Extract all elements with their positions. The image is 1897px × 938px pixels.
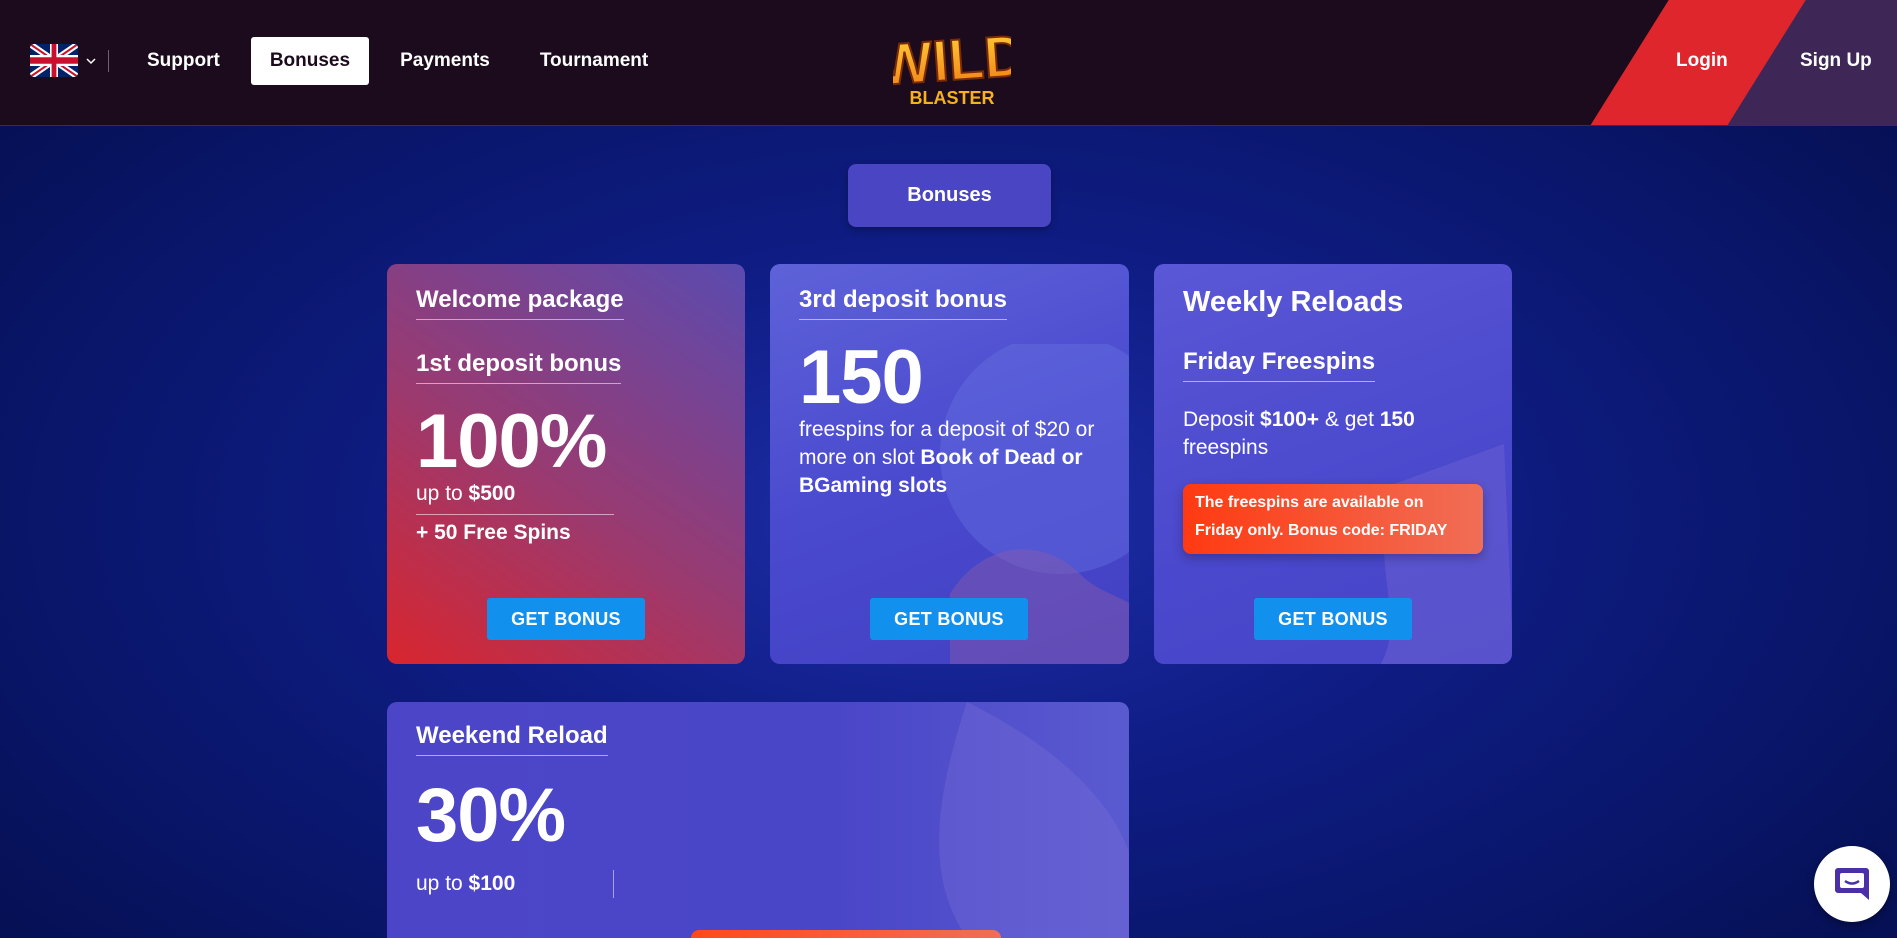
- login-button[interactable]: Login: [1676, 50, 1728, 72]
- page-title: Bonuses: [848, 164, 1051, 227]
- logo-blaster: BLASTER: [910, 88, 995, 108]
- card-subtitle: 1st deposit bonus: [416, 350, 622, 384]
- armor-decoration: [939, 702, 1129, 938]
- card-title: Welcome package: [416, 286, 624, 320]
- nav-payments[interactable]: Payments: [381, 37, 509, 85]
- top-navbar: Support Bonuses Payments Tournament WILD…: [0, 0, 1897, 126]
- nav-tournament[interactable]: Tournament: [521, 37, 667, 85]
- signup-button[interactable]: Sign Up: [1800, 50, 1872, 72]
- wild-blaster-logo[interactable]: WILD BLASTER: [893, 24, 1011, 110]
- chat-bubble-icon: [1835, 868, 1869, 900]
- card-title: 3rd deposit bonus: [799, 286, 1008, 320]
- card-title: Weekly Reloads: [1183, 286, 1404, 318]
- spins-count: 150: [799, 335, 924, 420]
- bonus-limit: up to $100: [416, 872, 516, 895]
- chat-button[interactable]: [1814, 846, 1890, 922]
- logo-wild: WILD: [893, 24, 1011, 98]
- free-spins-extra: + 50 Free Spins: [416, 521, 571, 544]
- weekly-description: Deposit $100+ & get 150 freespins: [1183, 408, 1415, 459]
- uk-flag-icon: [30, 44, 78, 77]
- friday-notice: The freespins are available on Friday on…: [1183, 484, 1483, 554]
- welcome-package-card: Welcome package 1st deposit bonus 100% u…: [387, 264, 745, 664]
- divider: [108, 50, 109, 72]
- get-bonus-button[interactable]: GET BONUS: [487, 598, 645, 640]
- bonus-limit: up to $500: [416, 480, 614, 515]
- weekend-reload-card: Weekend Reload 30% up to $100: [387, 702, 1129, 938]
- divider: [613, 870, 614, 898]
- nav-bonuses[interactable]: Bonuses: [250, 37, 370, 85]
- get-bonus-button[interactable]: GET BONUS: [1254, 598, 1412, 640]
- weekly-reloads-card: Weekly Reloads Friday Freespins Deposit …: [1154, 264, 1512, 664]
- bonus-percent: 100%: [416, 399, 607, 484]
- get-bonus-button[interactable]: GET BONUS: [870, 598, 1028, 640]
- nav-support[interactable]: Support: [128, 37, 239, 85]
- weekend-bonus-button[interactable]: [691, 930, 1001, 938]
- chevron-down-icon: [86, 57, 96, 64]
- bonus-percent: 30%: [416, 773, 566, 858]
- main-nav: Support Bonuses Payments Tournament: [128, 37, 679, 85]
- card-title: Weekend Reload: [416, 722, 608, 756]
- language-selector[interactable]: [30, 44, 96, 77]
- third-deposit-description: freespins for a deposit of $20 or more o…: [799, 418, 1095, 497]
- card-subtitle: Friday Freespins: [1183, 348, 1376, 382]
- third-deposit-card: 3rd deposit bonus 150 freespins for a de…: [770, 264, 1129, 664]
